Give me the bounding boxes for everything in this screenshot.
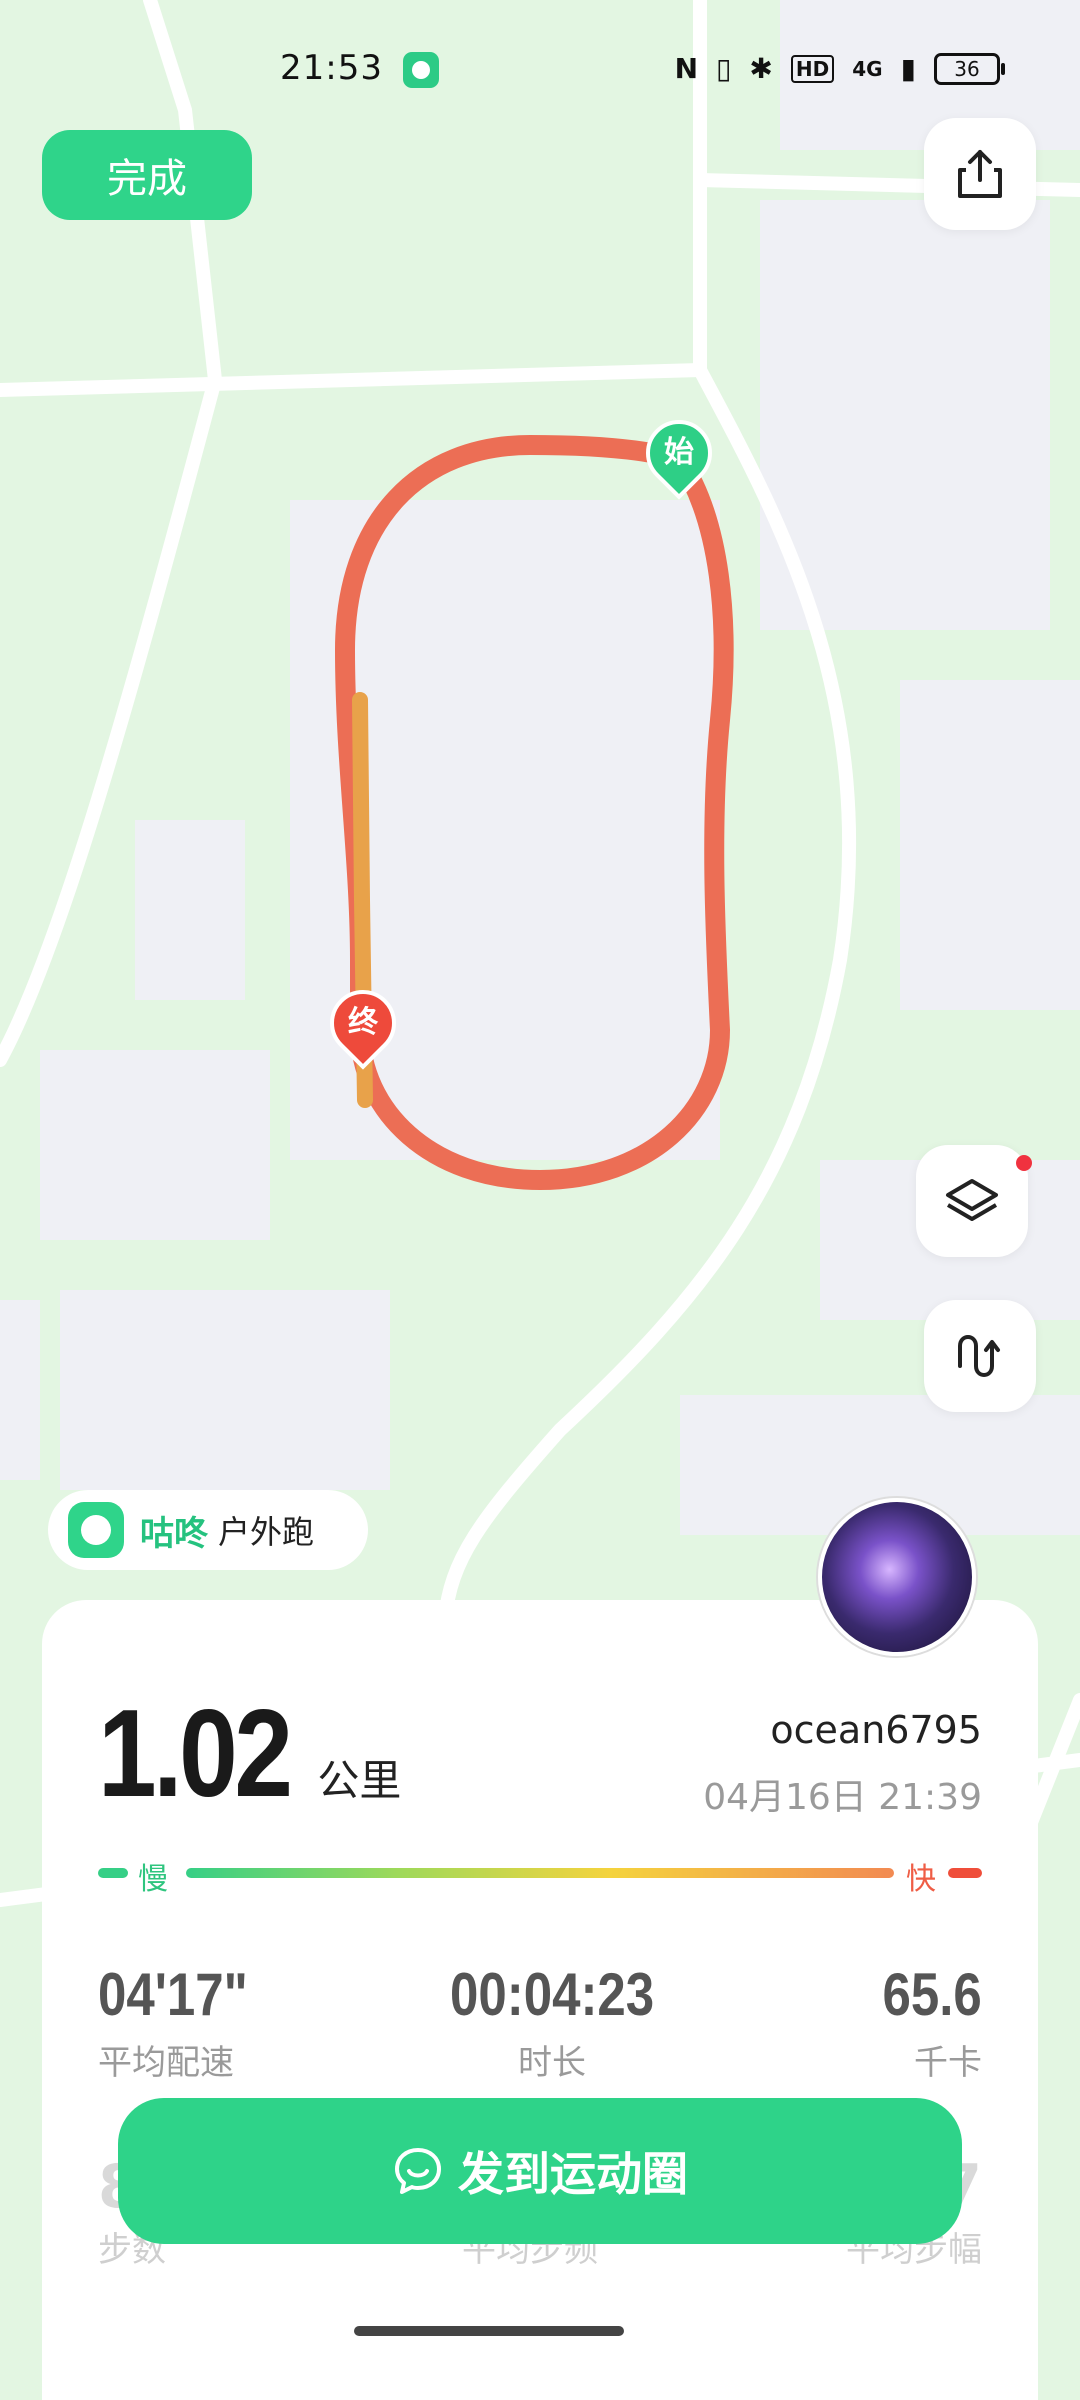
duration-value: 00:04:23 [450,1961,655,2028]
codoon-logo-icon [68,1502,124,1558]
hd-icon: HD [790,54,835,83]
status-time: 21:53 [280,48,383,88]
distance-unit: 公里 [317,1756,402,1805]
pace-legend-left-cap [98,1868,128,1878]
brand-tag: 咕咚 户外跑 [48,1490,368,1570]
map-layers-button[interactable] [916,1145,1032,1257]
post-button-label: 发到运动圈 [458,2148,688,2200]
duration-label: 时长 [518,2043,586,2083]
home-indicator[interactable] [354,2326,624,2336]
app-notification-icon [403,52,439,88]
distance-value: 1.02 [98,1685,293,1823]
username: ocean6795 [770,1708,982,1752]
distance-display: 1.02 公里 [98,1692,401,1816]
layers-icon [946,1179,998,1221]
bluetooth-icon: ✱ [749,52,773,85]
calories-value: 65.6 [882,1961,982,2028]
stat-calories: 65.6 千卡 [865,1960,982,2084]
workout-summary-card: 1.02 公里 ocean6795 04月16日 21:39 慢 快 04'17… [42,1600,1038,2400]
share-icon [958,150,1002,198]
nfc-icon: N [674,52,698,85]
workout-datetime: 04月16日 21:39 [703,1777,982,1818]
pace-legend-right-cap [948,1868,982,1878]
average-pace-value: 04'17" [98,1961,248,2028]
battery-icon: 36 [934,52,1005,85]
network-label: 4G [852,56,883,81]
pace-gradient-bar [186,1868,894,1878]
pace-fast-label: 快 [906,1862,936,1897]
route-start-label: 始 [664,435,694,470]
signal-icon: ▮ [900,52,916,85]
route-toggle-button[interactable] [924,1300,1036,1412]
brand-name: 咕咚 [140,1513,208,1554]
avatar[interactable] [818,1498,976,1656]
vibrate-icon: ▯ [716,52,732,85]
stat-average-pace: 04'17" 平均配速 [98,1960,274,2084]
calories-label: 千卡 [914,2043,982,2083]
done-button[interactable]: 完成 [42,130,252,220]
share-button[interactable] [924,118,1036,230]
sport-type: 户外跑 [218,1513,315,1551]
stat-duration: 00:04:23 时长 [432,1960,672,2084]
pace-legend: 慢 快 [98,1858,982,1897]
route-icon [958,1335,1000,1377]
post-to-feed-button[interactable]: 发到运动圈 [118,2098,962,2244]
pace-slow-label: 慢 [138,1862,168,1897]
chat-smile-icon [395,2148,441,2194]
status-icons: N ▯ ✱ HD 4G ▮ 36 [674,52,1005,85]
route-end-label: 终 [348,1005,378,1040]
notification-dot [1016,1155,1032,1171]
average-pace-label: 平均配速 [98,2043,234,2083]
